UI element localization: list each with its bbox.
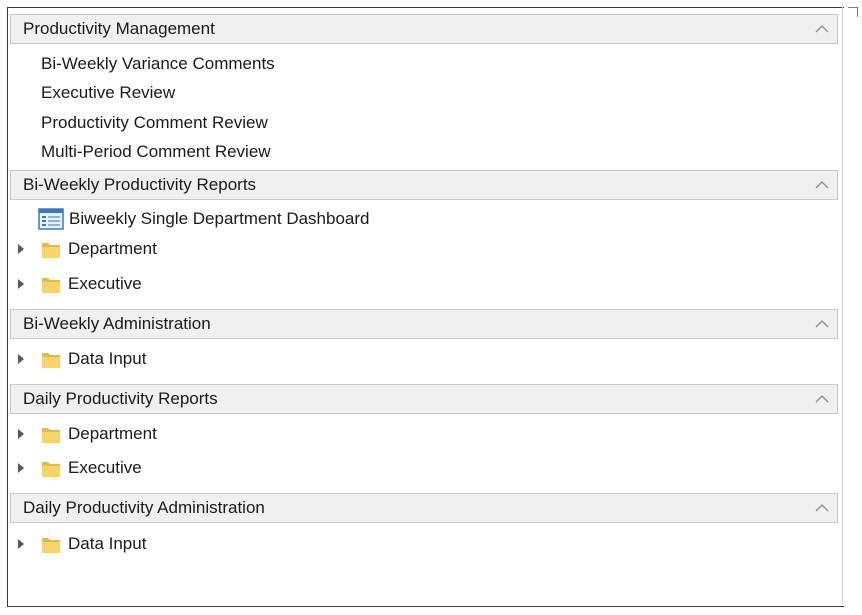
tree-item-department[interactable]: Department [16, 237, 157, 261]
folder-icon [42, 428, 60, 443]
chevron-up-icon[interactable] [807, 181, 837, 189]
tree-label: Department [68, 424, 157, 443]
section-header-daily-productivity-administration[interactable]: Daily Productivity Administration [10, 493, 838, 523]
section-header-daily-productivity-reports[interactable]: Daily Productivity Reports [10, 384, 838, 414]
link-multi-period-comment-review[interactable]: Multi-Period Comment Review [41, 142, 271, 162]
folder-icon [42, 538, 60, 553]
expand-arrow-icon[interactable] [18, 463, 24, 473]
tree-item-executive[interactable]: Executive [16, 272, 142, 296]
folder-icon [42, 278, 60, 293]
section-header-productivity-management[interactable]: Productivity Management [10, 14, 838, 44]
expand-arrow-icon[interactable] [18, 539, 24, 549]
tree-label: Executive [68, 458, 142, 477]
tree-item-executive[interactable]: Executive [16, 456, 142, 480]
tree-label: Department [68, 239, 157, 258]
expand-arrow-icon[interactable] [18, 354, 24, 364]
section-header-bi-weekly-administration[interactable]: Bi-Weekly Administration [10, 309, 838, 339]
tree-label: Executive [68, 274, 142, 293]
section-title: Daily Productivity Reports [23, 389, 218, 408]
section-title: Bi-Weekly Productivity Reports [23, 175, 257, 194]
dashboard-label: Biweekly Single Department Dashboard [69, 209, 370, 228]
section-title: Bi-Weekly Administration [23, 314, 211, 333]
folder-icon [42, 243, 60, 258]
folder-icon [42, 353, 60, 368]
expand-arrow-icon[interactable] [18, 429, 24, 439]
dashboard-item[interactable]: Biweekly Single Department Dashboard [38, 207, 370, 231]
chevron-up-icon[interactable] [807, 504, 837, 512]
corner-mark [848, 7, 858, 17]
tree-item-data-input[interactable]: Data Input [16, 347, 146, 371]
folder-icon [42, 462, 60, 477]
tree-item-data-input[interactable]: Data Input [16, 532, 146, 556]
link-productivity-comment-review[interactable]: Productivity Comment Review [41, 113, 268, 133]
section-header-bi-weekly-productivity-reports[interactable]: Bi-Weekly Productivity Reports [10, 170, 838, 200]
chevron-up-icon[interactable] [807, 395, 837, 403]
section-title: Daily Productivity Administration [23, 498, 265, 517]
expand-arrow-icon[interactable] [18, 244, 24, 254]
panel-edge [842, 7, 843, 605]
expand-arrow-icon[interactable] [18, 279, 24, 289]
tree-item-department[interactable]: Department [16, 422, 157, 446]
chevron-up-icon[interactable] [807, 320, 837, 328]
tree-label: Data Input [68, 534, 147, 553]
dashboard-icon [38, 208, 64, 230]
tree-label: Data Input [68, 349, 147, 368]
link-bi-weekly-variance-comments[interactable]: Bi-Weekly Variance Comments [41, 54, 275, 74]
chevron-up-icon[interactable] [807, 25, 837, 33]
link-executive-review[interactable]: Executive Review [41, 83, 175, 103]
section-title: Productivity Management [23, 19, 215, 38]
